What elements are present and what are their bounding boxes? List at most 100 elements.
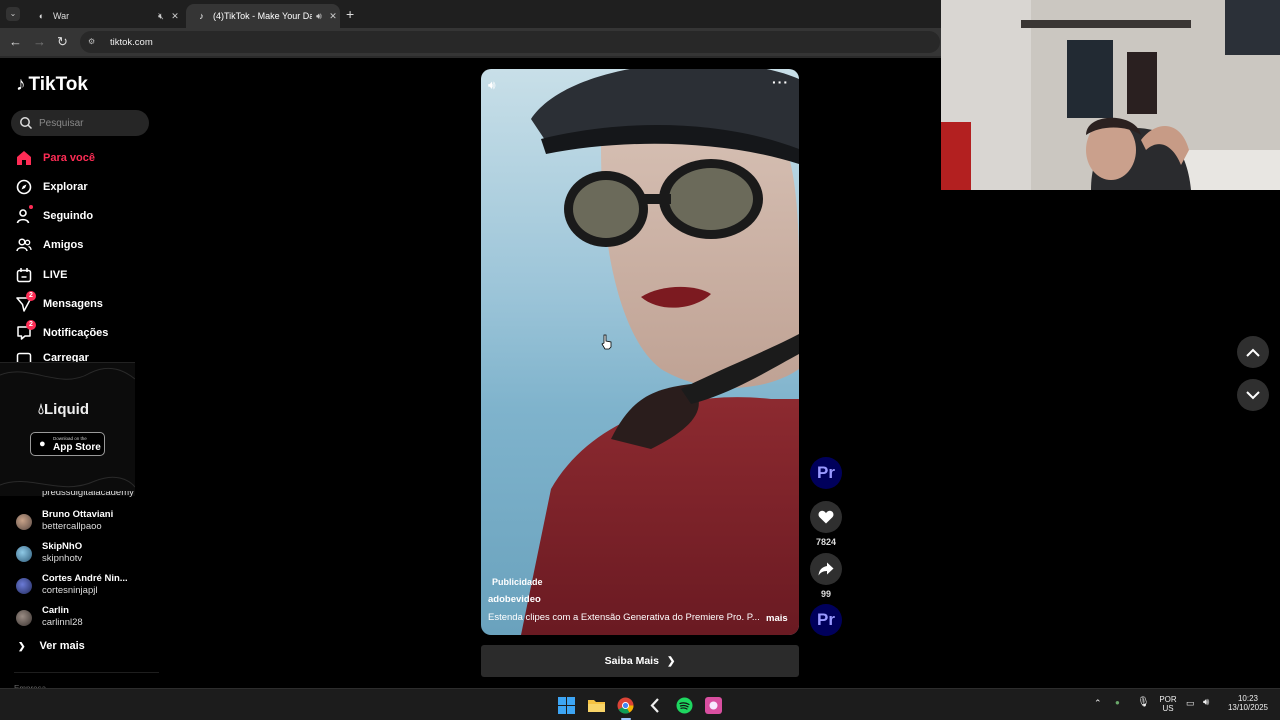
avatar (16, 610, 32, 626)
learn-more-button[interactable]: Saiba Mais ❯ (481, 645, 799, 677)
store-big-text: App Store (53, 442, 101, 453)
browser-tab-bar: ⌄ ◐ War 🔇︎ ✕ ♪ (4)TikTok - Make Your Day… (0, 0, 942, 28)
avatar (16, 546, 32, 562)
chevron-right-icon: ❯ (666, 655, 676, 667)
creator-avatar-button[interactable]: Pr (810, 457, 842, 489)
windows-start-icon[interactable] (558, 697, 575, 714)
app-store-button[interactable]: ● Download on the App Store (30, 432, 105, 456)
reload-icon[interactable]: ↻ (57, 34, 68, 50)
messages-icon: 2 (16, 291, 36, 312)
notifications-badge: 2 (26, 320, 36, 330)
site-info-icon[interactable]: ⚙ (88, 37, 100, 47)
home-icon (17, 151, 31, 165)
nav-item-para-voce[interactable]: Para você (16, 147, 95, 169)
divider (0, 56, 942, 58)
microphone-icon[interactable]: 🎙︎ (1137, 697, 1150, 708)
nav-item-mensagens[interactable]: 2 Mensagens (16, 291, 103, 315)
ad-wave-decoration (0, 367, 135, 488)
language-indicator[interactable]: POR US (1156, 695, 1180, 713)
nav-item-notificacoes[interactable]: 2 Notificações (16, 320, 109, 344)
heart-icon (818, 510, 834, 524)
nav-label: Mensagens (43, 298, 103, 310)
following-handle: carlinnl28 (42, 617, 83, 628)
spotify-icon[interactable] (676, 697, 693, 714)
music-disc-button[interactable]: Pr (810, 604, 842, 636)
like-button[interactable] (810, 501, 842, 533)
clock[interactable]: 10:23 13/10/2025 (1222, 694, 1274, 712)
tray-overflow-icon[interactable]: ⌃ (1094, 698, 1102, 709)
tray-app-icon[interactable]: ● (1115, 698, 1120, 707)
hand-cursor-icon (601, 334, 612, 350)
tab-war[interactable]: ◐ War 🔇︎ ✕ (26, 4, 182, 28)
nav-label: Para você (43, 152, 95, 164)
url-field[interactable]: ⚙ tiktok.com (80, 31, 940, 53)
learn-more-label: Saiba Mais (604, 655, 659, 667)
nav-label: Notificações (43, 327, 109, 339)
back-icon[interactable]: ← (9, 34, 22, 49)
search-placeholder: Pesquisar (39, 117, 84, 129)
nav-item-amigos[interactable]: Amigos (16, 234, 83, 256)
liquid-logo: 💧︎Liquid (38, 401, 89, 418)
more-options-icon[interactable]: ··· (772, 74, 789, 90)
volume-icon[interactable]: 🔊︎ (488, 78, 496, 93)
video-caption: Estenda clipes com a Extensão Generativa… (488, 612, 760, 623)
liquid-ad-banner[interactable]: 💧︎Liquid ● Download on the App Store (0, 362, 135, 496)
tab-title: War (53, 11, 70, 21)
file-explorer-icon[interactable] (588, 697, 605, 714)
nav-item-explorar[interactable]: Explorar (16, 176, 88, 198)
avatar (16, 514, 32, 530)
app-icon[interactable] (705, 697, 722, 714)
audio-playing-icon[interactable]: 🔊︎ (312, 11, 326, 22)
nav-label: Explorar (43, 181, 88, 193)
lang-bottom: US (1162, 704, 1174, 713)
nav-item-live[interactable]: LIVE (16, 264, 67, 286)
network-icon[interactable]: ▭ (1186, 698, 1195, 709)
see-more-button[interactable]: ❯ Ver mais (18, 640, 85, 652)
share-button[interactable] (810, 553, 842, 585)
caption-more-button[interactable]: mais (766, 613, 788, 624)
tab-search-button[interactable]: ⌄ (6, 7, 20, 21)
following-name: Bruno Ottaviani (42, 509, 114, 520)
close-tab-icon[interactable]: ✕ (168, 11, 182, 22)
clock-date: 13/10/2025 (1227, 703, 1269, 712)
nav-label: Carregar (43, 352, 89, 362)
chevron-down-icon (1246, 390, 1260, 399)
store-small-text: Download on the (53, 436, 87, 441)
following-handle: bettercallpaoo (42, 521, 102, 532)
new-tab-button[interactable]: + (346, 6, 354, 22)
nav-item-carregar[interactable]: Carregar (16, 352, 89, 362)
chevron-up-icon (1246, 348, 1260, 357)
muted-icon[interactable]: 🔇︎ (154, 11, 168, 22)
tiktok-logo[interactable]: ♪ TikTok (16, 74, 88, 96)
windows-taskbar: ⌃ ● 🎙︎ POR US ▭ 🔊︎ 10:23 13/10/2025 (0, 688, 1280, 720)
search-input[interactable]: Pesquisar (11, 110, 149, 136)
following-handle: cortesninjapjl (42, 585, 98, 596)
video-author[interactable]: adobevideo (488, 594, 541, 605)
share-icon (818, 562, 834, 576)
webcam-overlay (941, 0, 1280, 190)
disc-text: Pr (817, 610, 835, 629)
url-text: tiktok.com (110, 36, 153, 48)
forward-icon[interactable]: → (33, 34, 46, 49)
live-icon (16, 268, 32, 283)
webcam-image (941, 0, 1280, 190)
apple-icon: ● (39, 438, 46, 450)
tab-tiktok[interactable]: ♪ (4)TikTok - Make Your Day 🔊︎ ✕ (186, 4, 340, 28)
volume-tray-icon[interactable]: 🔊︎ (1203, 697, 1209, 708)
address-bar-row: ← → ↻ ⚙ tiktok.com (0, 28, 942, 56)
close-tab-icon[interactable]: ✕ (326, 11, 340, 22)
next-video-button[interactable] (1237, 379, 1269, 411)
video-player[interactable] (481, 69, 799, 635)
following-partial: predssdigitalacademy (42, 491, 134, 498)
clock-time: 10:23 (1237, 694, 1259, 703)
app-icon[interactable] (647, 697, 664, 714)
nav-label: Amigos (43, 239, 84, 251)
tab-title: (4)TikTok - Make Your Day (213, 11, 312, 21)
tiktok-note-icon: ♪ (16, 74, 26, 95)
previous-video-button[interactable] (1237, 336, 1269, 368)
nav-item-seguindo[interactable]: Seguindo (16, 205, 93, 227)
chrome-icon[interactable] (617, 697, 634, 714)
following-handle: skipnhotv (42, 553, 83, 564)
following-name: SkipNhO (42, 541, 83, 552)
liquid-brand-text: Liquid (44, 401, 90, 418)
